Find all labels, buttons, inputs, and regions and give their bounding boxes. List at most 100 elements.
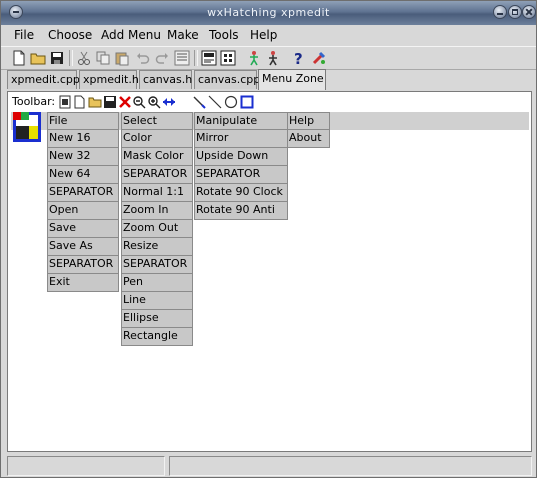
menu-entry[interactable]: Upside Down bbox=[194, 148, 288, 166]
resize-icon[interactable] bbox=[162, 95, 176, 109]
menu-make[interactable]: Make bbox=[167, 28, 199, 42]
save-icon[interactable] bbox=[103, 95, 117, 109]
line-icon[interactable] bbox=[208, 95, 222, 109]
menu-file[interactable]: File bbox=[14, 28, 34, 42]
menu-entry[interactable]: Color bbox=[121, 130, 193, 148]
menu-column-manipulate: Manipulate Mirror Upside Down SEPARATOR Rota… bbox=[194, 112, 288, 220]
menu-entry-label: Upside Down bbox=[196, 149, 269, 162]
menu-entry-label: Mirror bbox=[196, 131, 229, 144]
tab-canvas-h[interactable]: canvas.h bbox=[139, 70, 192, 89]
tab-xpmedit-h[interactable]: xpmedit.h bbox=[79, 70, 139, 89]
zoom-out-icon[interactable] bbox=[132, 95, 146, 109]
menu-zone-panel: Toolbar: File New 16 New 32 New 64 SEPARATOR… bbox=[7, 91, 532, 452]
minimize-button[interactable] bbox=[493, 5, 507, 19]
menu-entry[interactable]: Normal 1:1 bbox=[121, 184, 193, 202]
build-icon[interactable] bbox=[201, 50, 217, 66]
doc-icon[interactable] bbox=[58, 95, 72, 109]
title-bar[interactable]: wxHatching xpmedit bbox=[1, 1, 536, 25]
menu-entry[interactable]: Manipulate bbox=[194, 112, 288, 130]
menu-entry[interactable]: Mask Color bbox=[121, 148, 193, 166]
menu-entry[interactable]: Save bbox=[47, 220, 119, 238]
redo-icon[interactable] bbox=[154, 50, 170, 66]
menu-entry[interactable]: SEPARATOR bbox=[121, 256, 193, 274]
save-icon[interactable] bbox=[49, 50, 65, 66]
menu-entry-label: Mask Color bbox=[123, 149, 184, 162]
panel-toolbar-label: Toolbar: bbox=[12, 95, 56, 108]
menu-entry-label: SEPARATOR bbox=[196, 167, 261, 180]
svg-text:?: ? bbox=[294, 50, 303, 66]
menu-help[interactable]: Help bbox=[250, 28, 277, 42]
debug-icon[interactable] bbox=[265, 50, 281, 66]
menu-entry-label: Resize bbox=[123, 239, 159, 252]
menu-entry[interactable]: New 64 bbox=[47, 166, 119, 184]
tab-menu-zone[interactable]: Menu Zone bbox=[258, 69, 326, 90]
menu-column-file: File New 16 New 32 New 64 SEPARATOR Open Save S… bbox=[47, 112, 119, 292]
menu-entry-label: New 64 bbox=[49, 167, 91, 180]
maximize-button[interactable] bbox=[508, 5, 522, 19]
menu-entry-label: Rotate 90 Anti bbox=[196, 203, 275, 216]
menu-entry[interactable]: File bbox=[47, 112, 119, 130]
menu-entry[interactable]: Mirror bbox=[194, 130, 288, 148]
menu-entry-label: New 16 bbox=[49, 131, 91, 144]
menu-entry[interactable]: Rotate 90 Clock bbox=[194, 184, 288, 202]
menu-tools[interactable]: Tools bbox=[209, 28, 239, 42]
menu-entry[interactable]: SEPARATOR bbox=[47, 256, 119, 274]
menu-entry[interactable]: SEPARATOR bbox=[121, 166, 193, 184]
menu-entry[interactable]: Select bbox=[121, 112, 193, 130]
menu-entry-label: About bbox=[289, 131, 322, 144]
run-icon[interactable] bbox=[246, 50, 262, 66]
tab-xpmedit-cpp[interactable]: xpmedit.cpp bbox=[7, 70, 80, 89]
menu-entry-label: SEPARATOR bbox=[123, 167, 188, 180]
menu-entry[interactable]: Line bbox=[121, 292, 193, 310]
menu-entry-label: Pen bbox=[123, 275, 143, 288]
pen-icon[interactable] bbox=[192, 95, 206, 109]
menu-entry-label: Save bbox=[49, 221, 77, 234]
new-file-icon[interactable] bbox=[11, 50, 27, 66]
menu-entry[interactable]: Open bbox=[47, 202, 119, 220]
menu-entry[interactable]: SEPARATOR bbox=[47, 184, 119, 202]
menu-entry[interactable]: Help bbox=[287, 112, 330, 130]
copy-icon[interactable] bbox=[95, 50, 111, 66]
menu-entry[interactable]: New 32 bbox=[47, 148, 119, 166]
menu-entry[interactable]: Resize bbox=[121, 238, 193, 256]
menu-entry-label: Open bbox=[49, 203, 79, 216]
open-folder-icon[interactable] bbox=[30, 50, 46, 66]
zoom-in-icon[interactable] bbox=[147, 95, 161, 109]
menu-entry[interactable]: Save As bbox=[47, 238, 119, 256]
delete-icon[interactable] bbox=[118, 95, 132, 109]
menu-entry[interactable]: Ellipse bbox=[121, 310, 193, 328]
menu-entry[interactable]: Pen bbox=[121, 274, 193, 292]
close-button[interactable] bbox=[522, 5, 536, 19]
app-window: wxHatching xpmedit File Choose Add Menu … bbox=[0, 0, 537, 478]
menu-entry-label: Zoom Out bbox=[123, 221, 179, 234]
menu-entry[interactable]: New 16 bbox=[47, 130, 119, 148]
menu-entry[interactable]: About bbox=[287, 130, 330, 148]
help-icon[interactable]: ? bbox=[291, 50, 307, 66]
menu-entry[interactable]: SEPARATOR bbox=[194, 166, 288, 184]
menu-entry[interactable]: Zoom In bbox=[121, 202, 193, 220]
find-icon[interactable] bbox=[174, 50, 190, 66]
tools-icon[interactable] bbox=[311, 50, 327, 66]
paste-icon[interactable] bbox=[114, 50, 130, 66]
grid-icon[interactable] bbox=[220, 50, 236, 66]
menu-entry-label: Zoom In bbox=[123, 203, 169, 216]
status-field-1 bbox=[7, 456, 165, 476]
ellipse-icon[interactable] bbox=[224, 95, 238, 109]
menu-add-menu[interactable]: Add Menu bbox=[101, 28, 161, 42]
window-title: wxHatching xpmedit bbox=[207, 6, 330, 19]
menu-entry[interactable]: Zoom Out bbox=[121, 220, 193, 238]
tab-label: xpmedit.h bbox=[83, 73, 139, 86]
menu-entry-label: Rotate 90 Clock bbox=[196, 185, 283, 198]
menu-entry[interactable]: Rotate 90 Anti bbox=[194, 202, 288, 220]
tab-label: canvas.h bbox=[143, 73, 193, 86]
tab-canvas-cpp[interactable]: canvas.cpp bbox=[194, 70, 260, 89]
menu-entry[interactable]: Exit bbox=[47, 274, 119, 292]
menu-choose[interactable]: Choose bbox=[48, 28, 92, 42]
cut-icon[interactable] bbox=[76, 50, 92, 66]
menu-entry[interactable]: Rectangle bbox=[121, 328, 193, 346]
open-folder-icon[interactable] bbox=[88, 95, 102, 109]
undo-icon[interactable] bbox=[135, 50, 151, 66]
rectangle-icon[interactable] bbox=[240, 95, 254, 109]
new-file-icon[interactable] bbox=[73, 95, 87, 109]
menu-entry-label: Line bbox=[123, 293, 146, 306]
